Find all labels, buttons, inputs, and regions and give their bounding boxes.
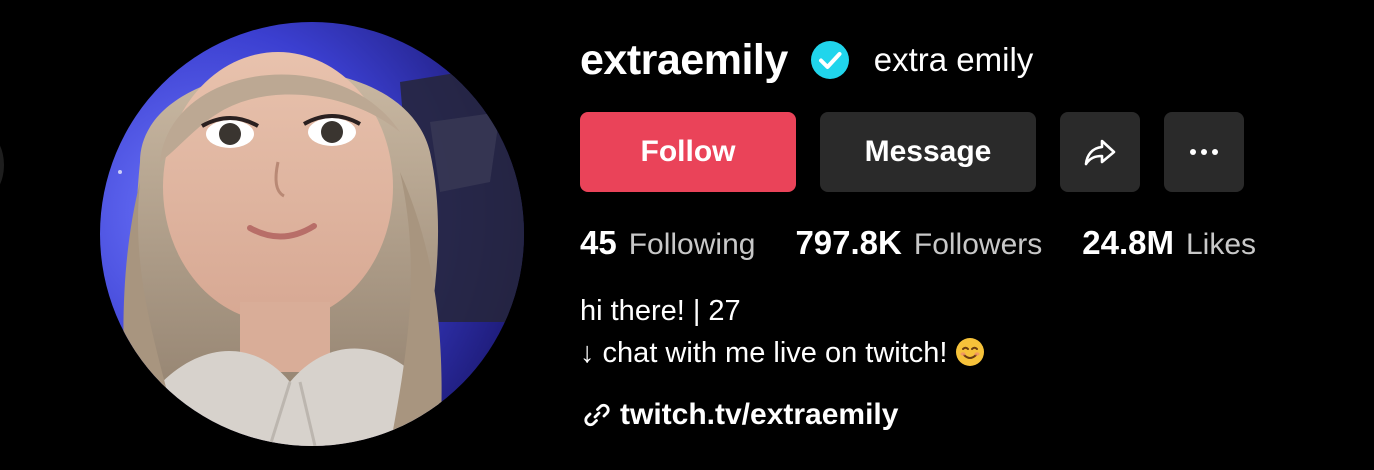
more-options-button[interactable]: [1164, 112, 1244, 192]
message-button-label: Message: [864, 135, 992, 168]
display-name: extra emily: [873, 41, 1034, 78]
share-arrow-icon: [1084, 139, 1116, 166]
stat-value: 797.8K: [795, 224, 902, 261]
profile-actions: Follow Message: [580, 112, 1244, 192]
name-row: extraemily extra emily: [580, 28, 1033, 92]
bio-line-text: ↓ chat with me live on twitch!: [580, 337, 948, 369]
more-dots-icon: [1190, 149, 1218, 155]
profile-stats: 45 Following 797.8K Followers 24.8M Like…: [580, 224, 1296, 262]
stat-following[interactable]: 45 Following: [580, 224, 755, 262]
bio-line: hi there! | 27: [580, 295, 741, 327]
stat-value: 45: [580, 224, 617, 261]
verified-badge-icon: [810, 40, 850, 80]
scroll-left-handle[interactable]: [0, 135, 4, 195]
follow-button[interactable]: Follow: [580, 112, 796, 192]
profile-link-text[interactable]: twitch.tv/extraemily: [620, 398, 898, 432]
stat-label: Followers: [913, 228, 1043, 261]
smiling-face-emoji-icon: [955, 337, 985, 367]
bio-line-2: ↓ chat with me live on twitch!: [580, 332, 985, 374]
stat-likes: 24.8M Likes: [1082, 224, 1256, 262]
share-button[interactable]: [1060, 112, 1140, 192]
bio: hi there! | 27 ↓ chat with me live on tw…: [580, 290, 985, 374]
stat-label: Following: [628, 228, 756, 261]
follow-button-label: Follow: [640, 135, 736, 168]
stat-followers[interactable]: 797.8K Followers: [795, 224, 1042, 262]
profile-header: extraemily extra emily Follow Message 45…: [0, 0, 1374, 470]
stat-label: Likes: [1185, 228, 1257, 261]
link-icon: [584, 403, 610, 427]
profile-link[interactable]: twitch.tv/extraemily: [582, 398, 898, 432]
username: extraemily: [580, 35, 788, 84]
avatar-photo: [100, 22, 524, 446]
avatar[interactable]: [100, 22, 524, 446]
message-button[interactable]: Message: [820, 112, 1036, 192]
stat-value: 24.8M: [1082, 224, 1174, 261]
profile-info: extraemily extra emily Follow Message 45…: [580, 28, 1256, 431]
